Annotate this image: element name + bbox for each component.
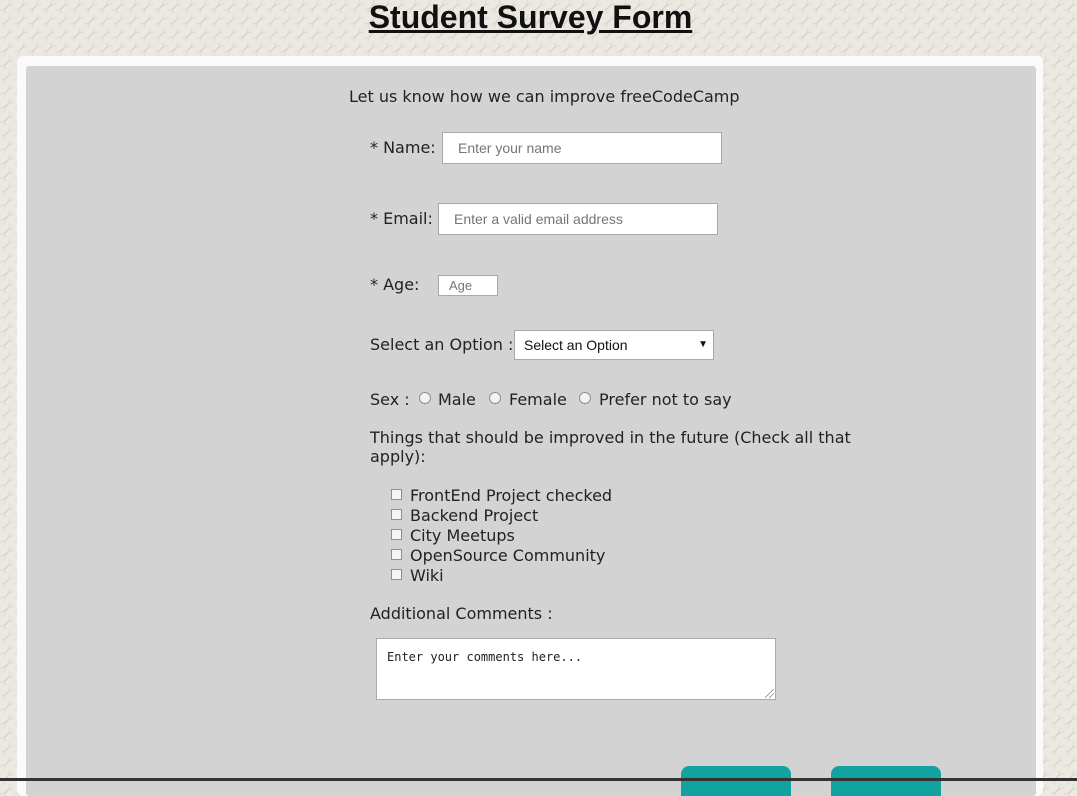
email-input[interactable]: Enter a valid email address (438, 203, 718, 235)
radio-male-label: Male (438, 390, 476, 409)
checkbox-backend-label: Backend Project (410, 506, 539, 525)
comments-textarea[interactable]: Enter your comments here... (376, 638, 776, 700)
checkbox-wiki-label: Wiki (410, 566, 444, 585)
checkbox-city-meetups[interactable] (391, 529, 402, 540)
checkbox-frontend[interactable] (391, 489, 402, 500)
checkbox-frontend-label: FrontEnd Project checked (410, 486, 613, 505)
radio-prefer-not-label: Prefer not to say (599, 390, 732, 409)
radio-male[interactable] (419, 392, 431, 404)
comments-placeholder: Enter your comments here... (387, 650, 583, 664)
name-input[interactable]: Enter your name (442, 132, 722, 164)
select-value: Select an Option (524, 337, 628, 353)
submit-button[interactable] (681, 766, 791, 796)
radio-prefer-not[interactable] (579, 392, 591, 404)
improvements-label-line1: Things that should be improved in the fu… (370, 428, 851, 447)
age-label: * Age: (370, 275, 420, 294)
option-select[interactable]: Select an Option ▼ (514, 330, 714, 360)
radio-female[interactable] (489, 392, 501, 404)
age-input[interactable]: Age (438, 275, 498, 296)
email-label: * Email: (370, 209, 433, 228)
checkbox-opensource-label: OpenSource Community (410, 546, 606, 565)
dropdown-label: Select an Option : (370, 335, 514, 354)
checkbox-wiki[interactable] (391, 569, 402, 580)
caret-down-icon: ▼ (698, 339, 708, 350)
checkbox-backend[interactable] (391, 509, 402, 520)
comments-label: Additional Comments : (370, 604, 553, 623)
improvements-label-line2: apply): (370, 447, 426, 466)
form-description: Let us know how we can improve freeCodeC… (349, 87, 740, 106)
page-title: Student Survey Form (368, 0, 693, 35)
checkbox-opensource[interactable] (391, 549, 402, 560)
name-label: * Name: (370, 138, 436, 157)
reset-button[interactable] (831, 766, 941, 796)
checkbox-city-meetups-label: City Meetups (410, 526, 515, 545)
resize-grip-icon[interactable] (765, 689, 774, 698)
sex-label: Sex : (370, 390, 410, 409)
radio-female-label: Female (509, 390, 567, 409)
